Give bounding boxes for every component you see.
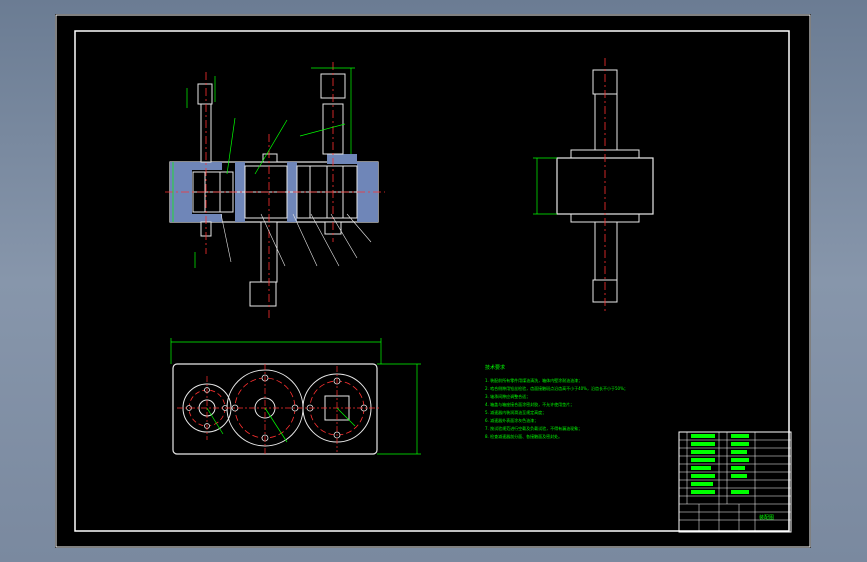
front-section-view[interactable] [165,62,385,320]
drawing-viewport[interactable]: 技术要求 1. 装配前所有零件用煤油清洗，箱体内壁涂耐油油漆； 2. 啮合侧隙用… [55,14,811,548]
side-view[interactable] [533,58,654,312]
top-view[interactable] [170,338,421,455]
technical-notes: 技术要求 1. 装配前所有零件用煤油清洗，箱体内壁涂耐油油漆； 2. 啮合侧隙用… [485,364,628,439]
input-shaft-cap [197,83,213,105]
top-view-dimensions [170,338,421,455]
note-line-5: 5. 减速器内装润滑油至规定高度； [485,409,546,415]
side-shaft-bottom [594,221,618,283]
note-line-8: 8. 检查减速器剖分面、各接触面及密封处。 [485,433,562,439]
radial-dimensions [206,407,356,443]
middle-shaft-top [262,153,278,163]
note-line-7: 7. 按试验规范进行空载及负载试验，不得有漏油现象； [485,425,582,431]
shafts [200,103,344,283]
note-line-1: 1. 装配前所有零件用煤油清洗，箱体内壁涂耐油油漆； [485,377,582,383]
middle-shaft-end-cap [249,281,277,307]
side-shaft-top [594,93,618,151]
title-block-label: 装配图 [759,514,774,521]
title-block[interactable]: 装配图 [678,431,792,533]
note-line-6: 6. 减速器外表面涂灰色油漆； [485,417,538,423]
notes-heading: 技术要求 [485,364,505,371]
cad-drawing-canvas[interactable]: 技术要求 1. 装配前所有零件用煤油清洗，箱体内壁涂耐油油漆； 2. 啮合侧隙用… [55,14,811,548]
note-line-4: 4. 箱盖与箱座接合面涂密封胶，不允许使用垫片； [485,401,574,407]
note-line-2: 2. 啮合侧隙用铅丝检验，齿面接触斑点沿齿高不小于40%，沿齿长不小于50%； [485,385,628,391]
note-line-3: 3. 轴承间隙应调整合适； [485,393,530,399]
